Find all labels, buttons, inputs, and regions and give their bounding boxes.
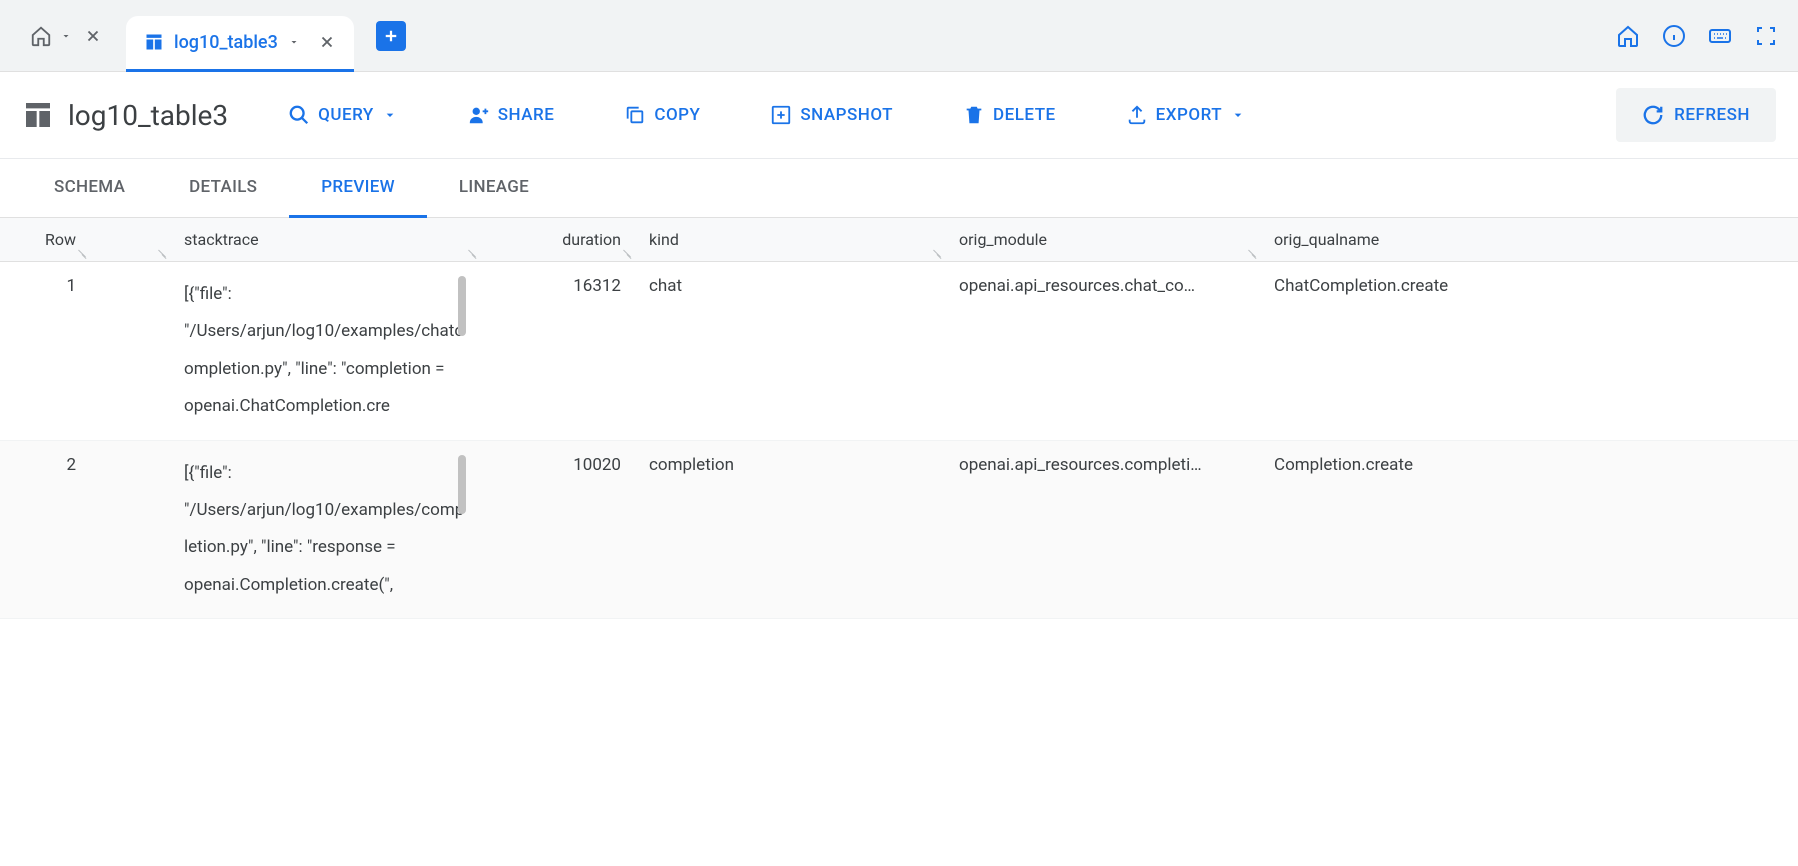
close-icon[interactable] (84, 27, 102, 45)
tab-current[interactable]: log10_table3 (126, 16, 354, 72)
tab-title: log10_table3 (174, 32, 278, 53)
cell-empty (90, 262, 170, 441)
col-header-stacktrace[interactable]: stacktrace (170, 218, 480, 262)
cell-orig-qualname: Completion.create (1260, 440, 1798, 619)
home-icon[interactable] (1616, 24, 1640, 48)
cell-stacktrace: [{"file": "/Users/arjun/log10/examples/c… (170, 262, 480, 441)
scrollbar[interactable] (458, 455, 466, 515)
refresh-icon (1642, 104, 1664, 126)
tabs: SCHEMA DETAILS PREVIEW LINEAGE (0, 159, 1798, 218)
info-icon[interactable] (1662, 24, 1686, 48)
copy-label: COPY (654, 105, 700, 125)
tab-details[interactable]: DETAILS (157, 159, 289, 217)
cell-stacktrace: [{"file": "/Users/arjun/log10/examples/c… (170, 440, 480, 619)
refresh-button[interactable]: REFRESH (1616, 88, 1776, 142)
cell-kind: completion (635, 440, 945, 619)
table-row: 2 [{"file": "/Users/arjun/log10/examples… (0, 440, 1798, 619)
table-icon (22, 99, 54, 131)
copy-button[interactable]: COPY (608, 96, 716, 134)
chevron-down-icon (382, 107, 398, 123)
share-icon (468, 104, 490, 126)
delete-button[interactable]: DELETE (947, 96, 1072, 134)
snapshot-button[interactable]: SNAPSHOT (754, 96, 909, 134)
chevron-down-icon[interactable] (288, 36, 300, 48)
cell-duration: 16312 (480, 262, 635, 441)
chevron-down-icon[interactable] (60, 30, 72, 42)
close-icon[interactable] (318, 33, 336, 51)
share-button[interactable]: SHARE (452, 96, 571, 134)
table-row: 1 [{"file": "/Users/arjun/log10/examples… (0, 262, 1798, 441)
keyboard-icon[interactable] (1708, 24, 1732, 48)
query-button[interactable]: QUERY (272, 96, 414, 134)
col-header-orig-module[interactable]: orig_module (945, 218, 1260, 262)
col-header-row[interactable]: Row (0, 218, 90, 262)
export-button[interactable]: EXPORT (1110, 96, 1262, 134)
tab-schema[interactable]: SCHEMA (22, 159, 157, 217)
cell-orig-qualname: ChatCompletion.create (1260, 262, 1798, 441)
cell-row: 2 (0, 440, 90, 619)
refresh-label: REFRESH (1674, 105, 1750, 125)
scrollbar[interactable] (458, 276, 466, 336)
table-icon (144, 32, 164, 52)
resize-handle[interactable] (621, 247, 633, 259)
col-header-empty[interactable] (90, 218, 170, 262)
col-header-orig-qualname[interactable]: orig_qualname (1260, 218, 1798, 262)
col-header-kind[interactable]: kind (635, 218, 945, 262)
fullscreen-icon[interactable] (1754, 24, 1778, 48)
delete-label: DELETE (993, 105, 1056, 125)
delete-icon (963, 104, 985, 126)
tab-lineage[interactable]: LINEAGE (427, 159, 561, 217)
resize-handle[interactable] (1246, 247, 1258, 259)
export-icon (1126, 104, 1148, 126)
home-icon (30, 25, 52, 47)
snapshot-icon (770, 104, 792, 126)
data-table: Row stacktrace duration kind orig_module… (0, 218, 1798, 619)
topbar: log10_table3 (0, 0, 1798, 72)
share-label: SHARE (498, 105, 555, 125)
resize-handle[interactable] (931, 247, 943, 259)
add-tab-button[interactable] (376, 21, 406, 51)
cell-orig-module: openai.api_resources.chat_co… (945, 262, 1260, 441)
cell-empty (90, 440, 170, 619)
snapshot-label: SNAPSHOT (800, 105, 893, 125)
cell-row: 1 (0, 262, 90, 441)
query-label: QUERY (318, 105, 374, 125)
tab-preview[interactable]: PREVIEW (289, 159, 427, 218)
copy-icon (624, 104, 646, 126)
cell-kind: chat (635, 262, 945, 441)
chevron-down-icon (1230, 107, 1246, 123)
cell-orig-module: openai.api_resources.completi… (945, 440, 1260, 619)
search-icon (288, 104, 310, 126)
export-label: EXPORT (1156, 105, 1222, 125)
col-header-duration[interactable]: duration (480, 218, 635, 262)
page-title: log10_table3 (68, 99, 228, 132)
home-tab[interactable] (20, 25, 112, 47)
header: log10_table3 QUERY SHARE COPY SNAPSHOT D… (0, 72, 1798, 159)
topbar-right (1616, 24, 1778, 48)
resize-handle[interactable] (76, 247, 88, 259)
cell-duration: 10020 (480, 440, 635, 619)
plus-icon (382, 27, 400, 45)
resize-handle[interactable] (466, 247, 478, 259)
resize-handle[interactable] (156, 247, 168, 259)
